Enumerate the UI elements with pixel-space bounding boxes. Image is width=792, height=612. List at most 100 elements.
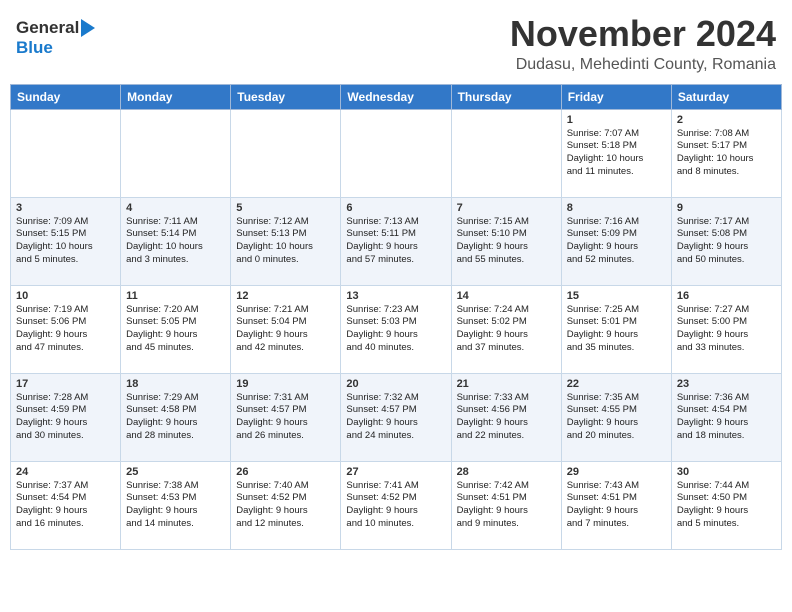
day-number: 14	[457, 290, 556, 302]
day-number: 20	[346, 378, 445, 390]
location-title: Dudasu, Mehedinti County, Romania	[510, 56, 776, 74]
day-number: 18	[126, 378, 225, 390]
day-info: Sunrise: 7:16 AMSunset: 5:09 PMDaylight:…	[567, 216, 639, 265]
calendar-day-cell	[341, 109, 451, 197]
day-info: Sunrise: 7:41 AMSunset: 4:52 PMDaylight:…	[346, 480, 418, 529]
weekday-header-cell: Wednesday	[341, 84, 451, 109]
day-number: 25	[126, 466, 225, 478]
page-header: General Blue November 2024 Dudasu, Mehed…	[10, 10, 782, 78]
day-number: 17	[16, 378, 115, 390]
weekday-header-cell: Sunday	[11, 84, 121, 109]
day-info: Sunrise: 7:31 AMSunset: 4:57 PMDaylight:…	[236, 392, 308, 441]
day-number: 2	[677, 114, 776, 126]
calendar-day-cell: 28Sunrise: 7:42 AMSunset: 4:51 PMDayligh…	[451, 461, 561, 549]
weekday-header-cell: Tuesday	[231, 84, 341, 109]
calendar-day-cell: 30Sunrise: 7:44 AMSunset: 4:50 PMDayligh…	[671, 461, 781, 549]
weekday-header-row: SundayMondayTuesdayWednesdayThursdayFrid…	[11, 84, 782, 109]
calendar-day-cell	[11, 109, 121, 197]
calendar-day-cell: 10 Sunrise: 7:19 AMSunset: 5:06 PMDayligh…	[11, 285, 121, 373]
day-number: 10	[16, 290, 115, 302]
day-number: 9	[677, 202, 776, 214]
calendar-day-cell: 20 Sunrise: 7:32 AMSunset: 4:57 PMDayligh…	[341, 373, 451, 461]
calendar-day-cell: 12 Sunrise: 7:21 AMSunset: 5:04 PMDayligh…	[231, 285, 341, 373]
day-info: Sunrise: 7:32 AMSunset: 4:57 PMDaylight:…	[346, 392, 418, 441]
day-number: 12	[236, 290, 335, 302]
day-info: Sunrise: 7:29 AMSunset: 4:58 PMDaylight:…	[126, 392, 198, 441]
day-number: 23	[677, 378, 776, 390]
calendar-day-cell: 3 Sunrise: 7:09 AMSunset: 5:15 PMDaylight…	[11, 197, 121, 285]
day-number: 13	[346, 290, 445, 302]
day-number: 1	[567, 114, 666, 126]
day-info: Sunrise: 7:20 AMSunset: 5:05 PMDaylight:…	[126, 304, 198, 353]
day-number: 15	[567, 290, 666, 302]
calendar-week-row: 10 Sunrise: 7:19 AMSunset: 5:06 PMDayligh…	[11, 285, 782, 373]
calendar-week-row: 17 Sunrise: 7:28 AMSunset: 4:59 PMDayligh…	[11, 373, 782, 461]
calendar-day-cell: 13 Sunrise: 7:23 AMSunset: 5:03 PMDayligh…	[341, 285, 451, 373]
calendar-day-cell: 18 Sunrise: 7:29 AMSunset: 4:58 PMDayligh…	[121, 373, 231, 461]
day-number: 8	[567, 202, 666, 214]
day-number: 24	[16, 466, 115, 478]
calendar-day-cell	[231, 109, 341, 197]
calendar-day-cell: 4 Sunrise: 7:11 AMSunset: 5:14 PMDaylight…	[121, 197, 231, 285]
day-info: Sunrise: 7:23 AMSunset: 5:03 PMDaylight:…	[346, 304, 418, 353]
day-info: Sunrise: 7:15 AMSunset: 5:10 PMDaylight:…	[457, 216, 529, 265]
day-info: Sunrise: 7:33 AMSunset: 4:56 PMDaylight:…	[457, 392, 529, 441]
day-number: 29	[567, 466, 666, 478]
day-info: Sunrise: 7:19 AMSunset: 5:06 PMDaylight:…	[16, 304, 88, 353]
day-number: 16	[677, 290, 776, 302]
day-info: Sunrise: 7:38 AMSunset: 4:53 PMDaylight:…	[126, 480, 198, 529]
day-number: 4	[126, 202, 225, 214]
day-number: 27	[346, 466, 445, 478]
day-info: Sunrise: 7:25 AMSunset: 5:01 PMDaylight:…	[567, 304, 639, 353]
day-number: 3	[16, 202, 115, 214]
month-title: November 2024	[510, 14, 776, 54]
calendar-day-cell	[451, 109, 561, 197]
calendar-week-row: 24 Sunrise: 7:37 AMSunset: 4:54 PMDayligh…	[11, 461, 782, 549]
calendar-day-cell: 25 Sunrise: 7:38 AMSunset: 4:53 PMDayligh…	[121, 461, 231, 549]
title-block: November 2024 Dudasu, Mehedinti County, …	[510, 14, 776, 74]
day-number: 28	[457, 466, 556, 478]
calendar-day-cell: 6 Sunrise: 7:13 AMSunset: 5:11 PMDaylight…	[341, 197, 451, 285]
weekday-header-cell: Monday	[121, 84, 231, 109]
calendar-day-cell: 21 Sunrise: 7:33 AMSunset: 4:56 PMDayligh…	[451, 373, 561, 461]
day-number: 7	[457, 202, 556, 214]
logo: General Blue	[16, 18, 95, 58]
day-info: Sunrise: 7:37 AMSunset: 4:54 PMDaylight:…	[16, 480, 88, 529]
calendar-day-cell: 1 Sunrise: 7:07 AMSunset: 5:18 PMDaylight…	[561, 109, 671, 197]
day-info: Sunrise: 7:27 AMSunset: 5:00 PMDaylight:…	[677, 304, 749, 353]
day-info: Sunrise: 7:09 AMSunset: 5:15 PMDaylight:…	[16, 216, 93, 265]
calendar-day-cell: 8 Sunrise: 7:16 AMSunset: 5:09 PMDaylight…	[561, 197, 671, 285]
logo-arrow-icon	[81, 19, 95, 37]
calendar-day-cell: 11 Sunrise: 7:20 AMSunset: 5:05 PMDayligh…	[121, 285, 231, 373]
day-number: 6	[346, 202, 445, 214]
calendar-day-cell: 16 Sunrise: 7:27 AMSunset: 5:00 PMDayligh…	[671, 285, 781, 373]
day-info: Sunrise: 7:11 AMSunset: 5:14 PMDaylight:…	[126, 216, 203, 265]
calendar-day-cell	[121, 109, 231, 197]
calendar-day-cell: 26Sunrise: 7:40 AMSunset: 4:52 PMDayligh…	[231, 461, 341, 549]
day-number: 11	[126, 290, 225, 302]
day-number: 5	[236, 202, 335, 214]
calendar-day-cell: 14Sunrise: 7:24 AMSunset: 5:02 PMDayligh…	[451, 285, 561, 373]
calendar-week-row: 3 Sunrise: 7:09 AMSunset: 5:15 PMDaylight…	[11, 197, 782, 285]
calendar-week-row: 1 Sunrise: 7:07 AMSunset: 5:18 PMDaylight…	[11, 109, 782, 197]
weekday-header-cell: Thursday	[451, 84, 561, 109]
day-number: 21	[457, 378, 556, 390]
weekday-header-cell: Friday	[561, 84, 671, 109]
calendar-day-cell: 23Sunrise: 7:36 AMSunset: 4:54 PMDayligh…	[671, 373, 781, 461]
day-info: Sunrise: 7:35 AMSunset: 4:55 PMDaylight:…	[567, 392, 639, 441]
day-info: Sunrise: 7:21 AMSunset: 5:04 PMDaylight:…	[236, 304, 308, 353]
calendar-day-cell: 2 Sunrise: 7:08 AMSunset: 5:17 PMDaylight…	[671, 109, 781, 197]
day-info: Sunrise: 7:28 AMSunset: 4:59 PMDaylight:…	[16, 392, 88, 441]
calendar-day-cell: 22Sunrise: 7:35 AMSunset: 4:55 PMDayligh…	[561, 373, 671, 461]
day-info: Sunrise: 7:07 AMSunset: 5:18 PMDaylight:…	[567, 128, 644, 177]
calendar-day-cell: 19Sunrise: 7:31 AMSunset: 4:57 PMDayligh…	[231, 373, 341, 461]
day-info: Sunrise: 7:12 AMSunset: 5:13 PMDaylight:…	[236, 216, 313, 265]
calendar-day-cell: 29Sunrise: 7:43 AMSunset: 4:51 PMDayligh…	[561, 461, 671, 549]
calendar-day-cell: 5 Sunrise: 7:12 AMSunset: 5:13 PMDaylight…	[231, 197, 341, 285]
day-number: 26	[236, 466, 335, 478]
day-info: Sunrise: 7:13 AMSunset: 5:11 PMDaylight:…	[346, 216, 418, 265]
day-info: Sunrise: 7:08 AMSunset: 5:17 PMDaylight:…	[677, 128, 754, 177]
calendar-day-cell: 15 Sunrise: 7:25 AMSunset: 5:01 PMDayligh…	[561, 285, 671, 373]
calendar-body: 1 Sunrise: 7:07 AMSunset: 5:18 PMDaylight…	[11, 109, 782, 549]
logo-blue-text: Blue	[16, 38, 53, 58]
